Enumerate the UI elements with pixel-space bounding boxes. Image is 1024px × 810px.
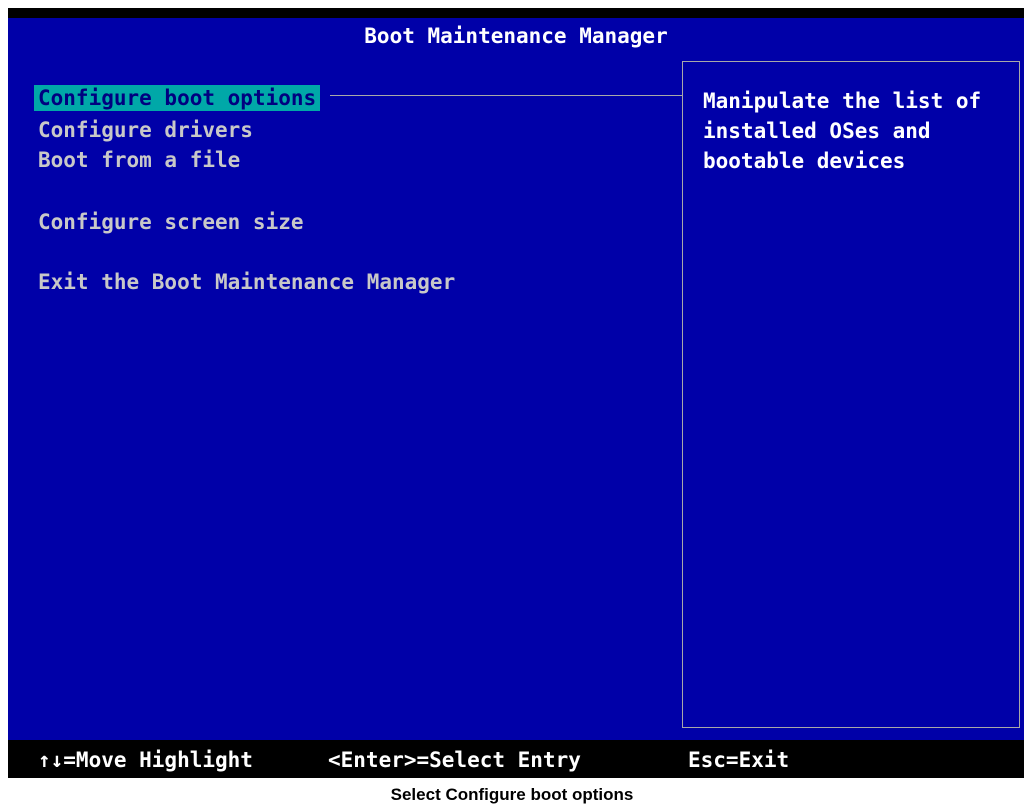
title-bar: Boot Maintenance Manager bbox=[8, 18, 1024, 54]
main-menu-area: Configure boot options Configure drivers… bbox=[8, 54, 1024, 740]
menu-item-boot-from-file[interactable]: Boot from a file bbox=[34, 147, 244, 173]
menu-item-configure-screen-size[interactable]: Configure screen size bbox=[34, 209, 308, 235]
selection-connector-line bbox=[330, 95, 683, 96]
exit-hint: Esc=Exit bbox=[688, 748, 790, 772]
move-highlight-hint: ↑↓=Move Highlight bbox=[38, 748, 253, 772]
help-text-line: bootable devices bbox=[703, 149, 906, 173]
select-entry-hint: <Enter>=Select Entry bbox=[328, 748, 581, 772]
figure-caption: Select Configure boot options bbox=[390, 785, 634, 804]
menu-item-configure-boot-options[interactable]: Configure boot options bbox=[34, 85, 321, 111]
help-text-line: installed OSes and bbox=[703, 119, 931, 143]
help-panel: Manipulate the list of installed OSes an… bbox=[682, 61, 1020, 728]
menu-item-configure-drivers[interactable]: Configure drivers bbox=[34, 117, 257, 143]
menu-item-exit-manager[interactable]: Exit the Boot Maintenance Manager bbox=[34, 269, 459, 295]
page-title: Boot Maintenance Manager bbox=[364, 24, 668, 48]
help-text-line: Manipulate the list of bbox=[703, 89, 982, 113]
firmware-screen: Boot Maintenance Manager Configure boot … bbox=[8, 8, 1024, 778]
key-hints-bar: ↑↓=Move Highlight <Enter>=Select Entry E… bbox=[8, 740, 1024, 778]
